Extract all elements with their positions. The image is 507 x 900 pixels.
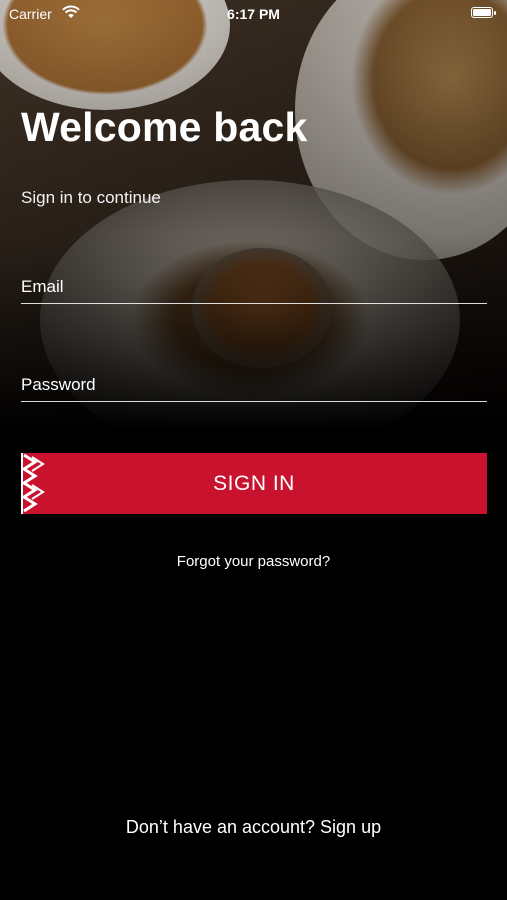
password-field-container [21, 362, 487, 402]
login-screen: Welcome back Sign in to continue SIGN IN… [0, 0, 507, 900]
email-field[interactable] [21, 264, 487, 303]
sign-in-button[interactable]: SIGN IN [21, 453, 487, 514]
sign-in-label: SIGN IN [213, 471, 295, 495]
page-subtitle: Sign in to continue [21, 188, 161, 207]
password-field[interactable] [21, 362, 487, 401]
email-field-container [21, 264, 487, 304]
page-title: Welcome back [21, 104, 308, 150]
sign-up-link[interactable]: Don’t have an account? Sign up [0, 817, 507, 838]
decorative-pattern-icon [21, 453, 47, 514]
forgot-password-link[interactable]: Forgot your password? [0, 553, 507, 570]
